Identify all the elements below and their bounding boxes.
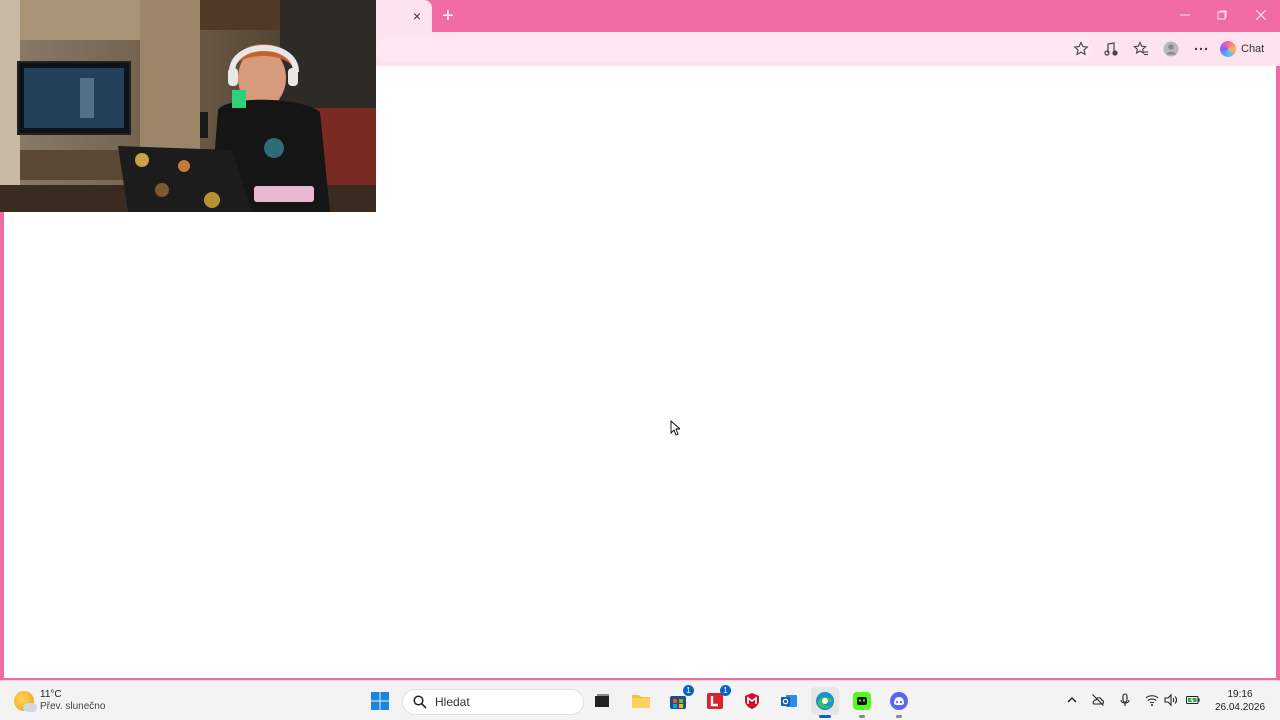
chat-label: Chat (1241, 43, 1265, 55)
microphone-status[interactable] (1116, 691, 1134, 709)
clock-date: 26.04.2026 (1214, 702, 1266, 713)
address-bar[interactable] (376, 36, 1092, 62)
edge-button[interactable] (811, 687, 839, 718)
new-tab-button[interactable]: + (438, 6, 458, 26)
store-badge: 1 (683, 685, 694, 696)
profile-avatar-icon[interactable] (1161, 39, 1181, 59)
minimize-button[interactable] (1170, 4, 1200, 28)
more-options-icon[interactable] (1191, 39, 1211, 59)
onedrive-status[interactable] (1089, 691, 1107, 709)
cloud-off-icon (1092, 694, 1104, 706)
weather-sun-icon (14, 691, 37, 712)
battery-charging-icon (1186, 696, 1200, 704)
taskbar-search[interactable]: Hledat (402, 689, 584, 715)
office-badge: 1 (720, 685, 731, 696)
volume-control[interactable] (1162, 691, 1180, 709)
office-app-button[interactable]: 1 (701, 685, 731, 715)
system-clock[interactable]: 19:16 26.04.2026 (1208, 688, 1272, 714)
copilot-chat-button[interactable]: Chat (1220, 37, 1274, 61)
speaker-icon (1164, 693, 1178, 707)
outlook-button[interactable] (775, 687, 803, 715)
mouse-cursor-icon (670, 420, 680, 436)
favorite-star-icon[interactable] (1071, 39, 1091, 59)
store-button[interactable]: 1 (664, 685, 694, 715)
wifi-status[interactable] (1143, 691, 1161, 709)
wifi-icon (1145, 695, 1159, 706)
microphone-icon (1120, 693, 1130, 706)
media-control-icon[interactable] (1101, 39, 1121, 59)
streaming-app-icon (853, 692, 871, 710)
close-button[interactable] (1246, 4, 1276, 28)
weather-widget[interactable]: 11°C Přev. slunečno (14, 687, 105, 715)
battery-status[interactable] (1184, 691, 1202, 709)
windows-logo-icon (371, 692, 389, 710)
streaming-app-button[interactable] (848, 687, 876, 718)
search-icon (413, 695, 427, 709)
task-view-button[interactable] (588, 687, 616, 715)
copilot-icon (1220, 41, 1236, 57)
restore-button[interactable] (1207, 4, 1237, 28)
favorites-icon[interactable] (1131, 39, 1151, 59)
mail-icon (781, 695, 797, 707)
chevron-up-icon (1067, 697, 1077, 703)
mcafee-button[interactable] (738, 687, 766, 715)
active-indicator (819, 715, 831, 718)
show-hidden-icons-button[interactable] (1063, 691, 1081, 709)
minimize-icon (1180, 14, 1190, 16)
task-view-icon (595, 694, 609, 707)
weather-temperature: 11°C (40, 689, 62, 700)
taskbar: 11°C Přev. slunečno Hledat 1 1 19:16 26.… (0, 680, 1280, 720)
webcam-overlay (0, 0, 376, 212)
running-indicator (859, 715, 865, 718)
clock-time: 19:16 (1227, 689, 1253, 700)
restore-icon (1217, 10, 1227, 20)
discord-icon (890, 692, 908, 710)
running-indicator (896, 715, 902, 718)
folder-icon (632, 695, 650, 708)
tab-close-button[interactable]: × (408, 8, 426, 24)
file-explorer-button[interactable] (627, 687, 655, 715)
edge-browser-icon (816, 692, 834, 710)
close-icon (1255, 9, 1267, 21)
discord-button[interactable] (885, 687, 913, 718)
weather-condition: Přev. slunečno (40, 701, 106, 712)
search-placeholder: Hledat (435, 695, 470, 709)
shield-m-icon (745, 693, 759, 709)
webcam-image (0, 0, 376, 212)
start-button[interactable] (366, 687, 394, 715)
